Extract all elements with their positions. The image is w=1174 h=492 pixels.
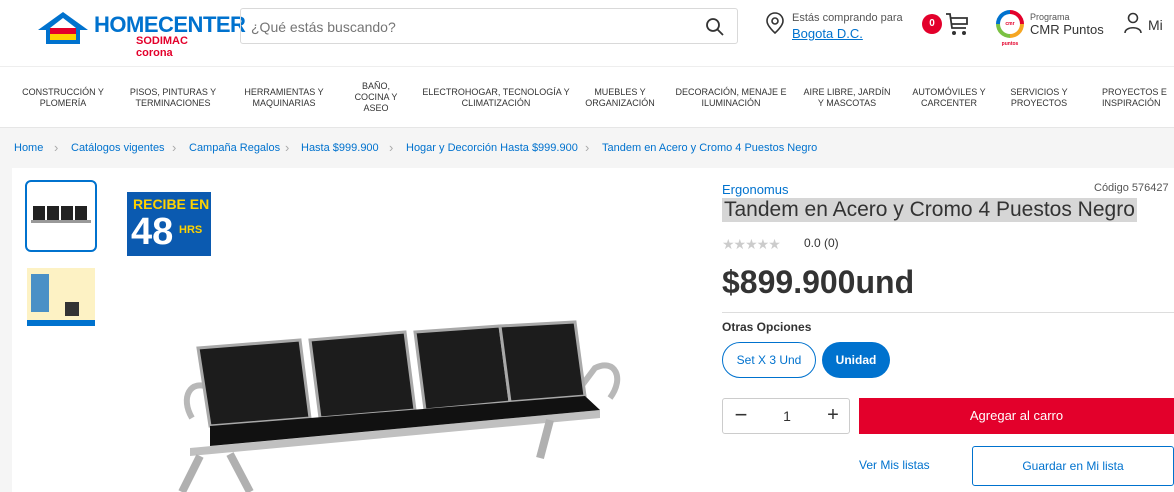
- option-unidad-button[interactable]: Unidad: [822, 342, 890, 378]
- option-set-x3-button[interactable]: Set X 3 Und: [722, 342, 816, 378]
- breadcrumb-campana[interactable]: Campaña Regalos: [189, 142, 280, 154]
- decrease-quantity-button[interactable]: −: [723, 399, 759, 433]
- location-value[interactable]: Bogota D.C.: [792, 26, 863, 41]
- divider: [722, 312, 1174, 313]
- badge-hrs-text: HRS: [179, 224, 203, 236]
- location-pin-icon: [766, 12, 784, 34]
- breadcrumb-catalogos[interactable]: Catálogos vigentes: [71, 142, 165, 154]
- cart-count-badge: 0: [922, 14, 942, 34]
- nav-item-proyectos[interactable]: Proyectos e inspiración: [1102, 87, 1174, 109]
- product-info-panel: Ergonomus Código 576427 Tandem en Acero …: [708, 168, 1174, 492]
- site-header: HOMECENTER SODIMAC corona Estás comprand…: [0, 0, 1174, 66]
- breadcrumb-home[interactable]: Home: [14, 142, 43, 154]
- product-main-image[interactable]: [170, 318, 630, 492]
- homecenter-logo[interactable]: HOMECENTER SODIMAC corona: [36, 10, 246, 59]
- nav-item-automoviles[interactable]: Automóviles y carcenter: [906, 87, 992, 109]
- cmr-program-label: Programa: [1030, 12, 1070, 22]
- save-to-list-button[interactable]: Guardar en Mi lista: [972, 446, 1174, 486]
- product-code: Código 576427: [1094, 182, 1169, 194]
- breadcrumb-chevron-icon: ›: [54, 140, 59, 155]
- product-brand-link[interactable]: Ergonomus: [722, 182, 788, 197]
- options-label: Otras Opciones: [722, 320, 812, 334]
- quantity-stepper: − 1 +: [722, 398, 850, 434]
- thumbnail-2[interactable]: [25, 258, 97, 330]
- user-account-label[interactable]: Mi: [1148, 17, 1163, 33]
- breadcrumb-current[interactable]: Tandem en Acero y Cromo 4 Puestos Negro: [602, 142, 817, 154]
- cmr-logo-inner-text: cmr puntos: [1000, 14, 1020, 47]
- search-input[interactable]: [251, 17, 691, 37]
- nav-item-pisos[interactable]: Pisos, pinturas y terminaciones: [124, 87, 222, 109]
- search-icon[interactable]: [705, 17, 725, 37]
- location-label: Estás comprando para: [792, 12, 903, 24]
- add-to-cart-button[interactable]: Agregar al carro: [859, 398, 1174, 434]
- thumbnail-1[interactable]: [25, 180, 97, 252]
- nav-item-electrohogar[interactable]: Electrohogar, tecnología y climatización: [422, 87, 570, 109]
- product-title: Tandem en Acero y Cromo 4 Puestos Negro: [722, 198, 1137, 222]
- breadcrumb: Home › Catálogos vigentes › Campaña Rega…: [0, 128, 1174, 168]
- badge-recibe-text: RECIBE EN: [133, 196, 210, 212]
- quantity-input[interactable]: 1: [759, 399, 815, 433]
- delivery-48hrs-badge: RECIBE EN 48 HRS: [127, 192, 211, 256]
- breadcrumb-chevron-icon: ›: [285, 140, 290, 155]
- user-icon[interactable]: [1124, 12, 1142, 34]
- chair-thumbnail-image: [31, 206, 91, 223]
- rating-value[interactable]: 0.0 (0): [804, 236, 839, 250]
- breadcrumb-chevron-icon: ›: [389, 140, 394, 155]
- installation-service-thumbnail: [25, 258, 97, 330]
- house-logo-icon: [38, 12, 88, 44]
- badge-48-number: 48: [131, 211, 174, 253]
- breadcrumb-hogar[interactable]: Hogar y Decorción Hasta $999.900: [406, 142, 578, 154]
- nav-item-aire-libre[interactable]: Aire libre, jardín y mascotas: [800, 87, 894, 109]
- rating-stars-icon[interactable]: ★★★★★: [722, 236, 781, 253]
- product-price: $899.900und: [722, 264, 915, 300]
- category-nav: Construcción y plomería Pisos, pinturas …: [0, 66, 1174, 165]
- nav-item-decoracion[interactable]: Decoración, menaje e iluminación: [672, 87, 790, 109]
- cmr-puntos-logo[interactable]: cmr puntos: [996, 10, 1024, 47]
- cmr-puntos-link[interactable]: CMR Puntos: [1030, 22, 1104, 37]
- breadcrumb-chevron-icon: ›: [585, 140, 590, 155]
- view-my-lists-link[interactable]: Ver Mis listas: [859, 458, 930, 472]
- nav-item-servicios[interactable]: Servicios y proyectos: [1004, 87, 1074, 109]
- cart-icon[interactable]: [944, 11, 970, 37]
- nav-item-muebles[interactable]: Muebles y organización: [580, 87, 660, 109]
- nav-item-construccion[interactable]: Construcción y plomería: [18, 87, 108, 109]
- breadcrumb-hasta[interactable]: Hasta $999.900: [301, 142, 379, 154]
- nav-item-herramientas[interactable]: Herramientas y maquinarias: [238, 87, 330, 109]
- nav-item-bano[interactable]: Baño, cocina y aseo: [348, 81, 404, 114]
- breadcrumb-chevron-icon: ›: [172, 140, 177, 155]
- increase-quantity-button[interactable]: +: [815, 399, 851, 433]
- logo-subtext: SODIMAC corona: [136, 35, 188, 59]
- search-bar: [240, 8, 738, 44]
